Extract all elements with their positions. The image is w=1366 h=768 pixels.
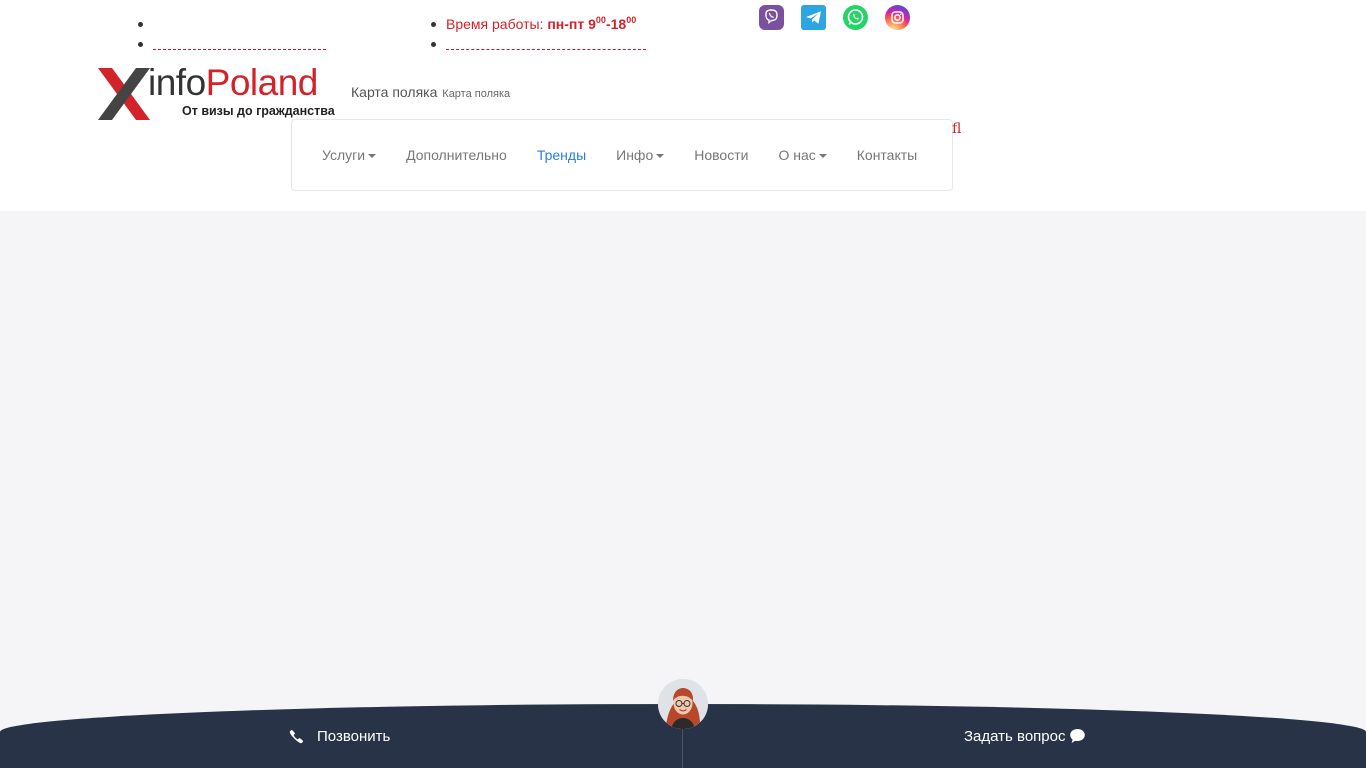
avatar — [658, 679, 708, 729]
nav-item-about[interactable]: О нас — [763, 145, 841, 165]
logo-text: infoPoland — [148, 62, 318, 103]
email-link[interactable] — [446, 34, 646, 50]
phone-link[interactable] — [153, 34, 326, 50]
contact-list-right: Время работы: пн-пт 900-1800 — [431, 14, 646, 54]
caret-down-icon — [656, 154, 665, 159]
nav-item-trends[interactable]: Тренды — [522, 145, 601, 165]
viber-icon[interactable] — [759, 5, 784, 30]
site-logo[interactable]: infoPoland От визы до гражданства — [98, 62, 350, 122]
contact-list-left — [138, 14, 326, 54]
whatsapp-icon[interactable] — [843, 5, 868, 30]
chat-icon — [1069, 728, 1086, 744]
telegram-icon[interactable] — [801, 5, 826, 30]
instagram-icon[interactable] — [885, 5, 910, 30]
nav-item-info[interactable]: Инфо — [601, 145, 679, 165]
karta-polyaka-link[interactable]: Карта поляка Карта поляка — [351, 84, 510, 100]
nav-item-label: Дополнительно — [406, 147, 507, 163]
list-item[interactable] — [431, 34, 646, 54]
search-icon[interactable]: fl — [952, 121, 961, 137]
caret-down-icon — [818, 154, 827, 159]
list-item[interactable] — [138, 34, 326, 54]
logo-tagline: От визы до гражданства — [182, 104, 335, 118]
nav-item-additional[interactable]: Дополнительно — [391, 145, 522, 165]
nav-item-label: Инфо — [616, 147, 654, 163]
nav-item-label: Новости — [694, 147, 749, 163]
site-header: Время работы: пн-пт 900-1800 infoPoland … — [0, 0, 1366, 211]
logo-mark-icon — [98, 68, 150, 120]
working-hours: Время работы: пн-пт 900-1800 — [431, 14, 646, 34]
nav-item-label: Услуги — [322, 147, 366, 163]
caret-down-icon — [368, 154, 377, 159]
nav-item-label: Контакты — [856, 147, 918, 163]
call-button[interactable]: Позвонить — [289, 722, 390, 750]
ask-question-button[interactable]: Задать вопрос — [964, 722, 1086, 750]
nav-item-contacts[interactable]: Контакты — [842, 145, 932, 165]
nav-item-news[interactable]: Новости — [679, 145, 763, 165]
main-nav: Услуги Дополнительно Тренды Инфо Новости О на… — [291, 119, 953, 191]
nav-item-label: Тренды — [536, 147, 587, 163]
nav-item-label: О нас — [778, 147, 816, 163]
phone-icon — [289, 729, 304, 744]
nav-item-services[interactable]: Услуги — [307, 145, 391, 165]
list-item — [138, 14, 326, 34]
ask-button-label: Задать вопрос — [964, 727, 1066, 745]
call-button-label: Позвонить — [317, 727, 391, 745]
